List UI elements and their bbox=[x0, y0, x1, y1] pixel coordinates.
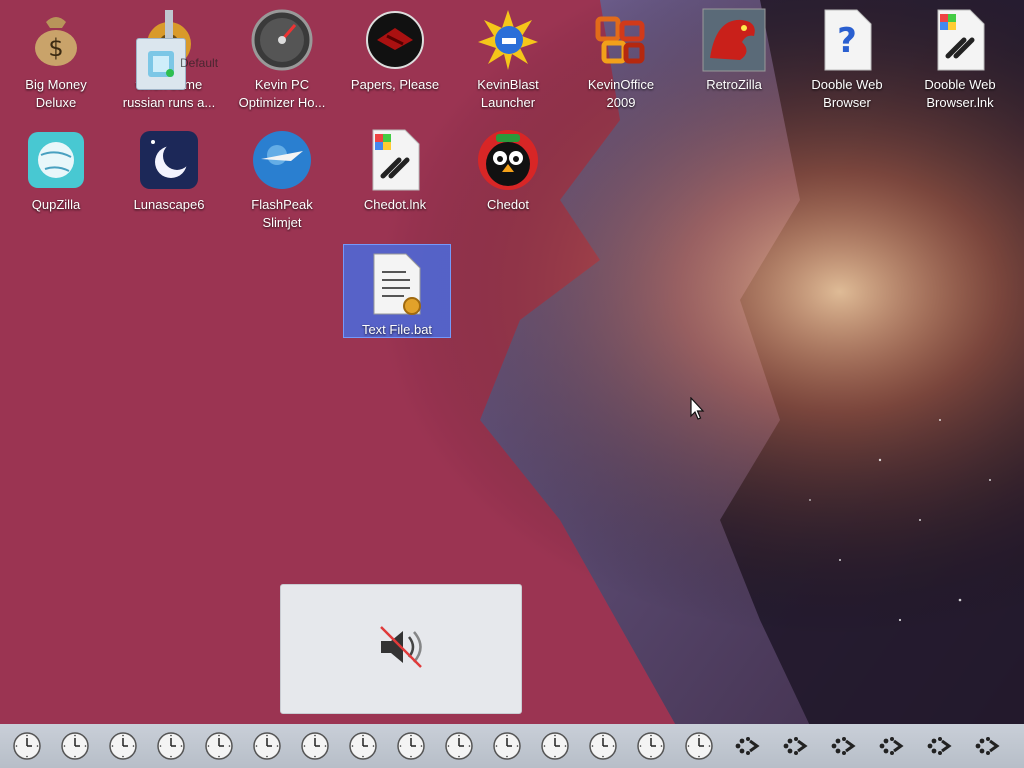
desktop-icon-label: RetroZilla bbox=[706, 77, 762, 92]
desktop-icon-kevinoffice-2009[interactable]: KevinOffice 2009 bbox=[565, 0, 677, 112]
clock-icon[interactable] bbox=[488, 727, 526, 765]
clock-icon[interactable] bbox=[56, 727, 94, 765]
desktop-icon-label: Dooble Web Browser bbox=[811, 77, 883, 110]
clock-icon[interactable] bbox=[680, 727, 718, 765]
taskbar bbox=[0, 724, 1024, 768]
desktop-icon-qupzilla[interactable]: QupZilla bbox=[0, 120, 112, 214]
desktop-icon-label: QupZilla bbox=[31, 197, 81, 212]
desktop-icon-flashpeak-slimjet[interactable]: FlashPeak Slimjet bbox=[226, 120, 338, 232]
desktop-icon-kevinblast-launcher[interactable]: KevinBlast Launcher bbox=[452, 0, 564, 112]
desktop-icon-lunascape6[interactable]: Lunascape6 bbox=[113, 120, 225, 214]
svg-text:?: ? bbox=[837, 21, 857, 61]
busy-dots-icon[interactable] bbox=[920, 727, 958, 765]
clock-icon[interactable] bbox=[536, 727, 574, 765]
desktop-icon-dooble-web-browser-lnk[interactable]: Dooble Web Browser.lnk bbox=[904, 0, 1016, 112]
desktop-icon-label: KevinBlast Launcher bbox=[477, 77, 539, 110]
clock-icon[interactable] bbox=[152, 727, 190, 765]
desktop-icon-label: Kevin PC Optimizer Ho... bbox=[238, 77, 326, 110]
clock-icon[interactable] bbox=[200, 727, 238, 765]
clock-icon[interactable] bbox=[632, 727, 670, 765]
clock-icon[interactable] bbox=[392, 727, 430, 765]
sun-globe-icon bbox=[476, 8, 540, 72]
desktop-icon-text-file-bat[interactable]: Text File.bat bbox=[343, 244, 451, 338]
busy-dots-icon[interactable] bbox=[872, 727, 910, 765]
desktop-icon-papers-please[interactable]: Papers, Please bbox=[339, 0, 451, 94]
svg-text:$: $ bbox=[48, 34, 63, 62]
globe-icon bbox=[24, 128, 88, 192]
desktop-icon-label: FlashPeak Slimjet bbox=[251, 197, 313, 230]
batch-file-icon bbox=[365, 253, 429, 317]
desktop-icon-big-money-deluxe[interactable]: $ Big Money Deluxe bbox=[0, 0, 112, 112]
office-logo-icon bbox=[589, 8, 653, 72]
shortcut-document-icon bbox=[928, 8, 992, 72]
gauge-icon bbox=[250, 8, 314, 72]
mouse-cursor bbox=[690, 397, 705, 420]
clock-icon[interactable] bbox=[440, 727, 478, 765]
desktop-icon-retrozilla[interactable]: RetroZilla bbox=[678, 0, 790, 94]
drag-ghost-icon bbox=[136, 38, 186, 90]
busy-dots-icon[interactable] bbox=[824, 727, 862, 765]
money-bag-icon: $ bbox=[24, 8, 88, 72]
bird-icon bbox=[476, 128, 540, 192]
clock-icon[interactable] bbox=[104, 727, 142, 765]
desktop-icon-label: Dooble Web Browser.lnk bbox=[924, 77, 996, 110]
desktop-icon-chedot[interactable]: Chedot bbox=[452, 120, 564, 214]
desktop-icon-label: Text File.bat bbox=[361, 322, 433, 337]
jet-globe-icon bbox=[250, 128, 314, 192]
clock-icon[interactable] bbox=[296, 727, 334, 765]
clock-icon[interactable] bbox=[584, 727, 622, 765]
desktop-icon-label: Lunascape6 bbox=[133, 197, 205, 212]
clock-icon[interactable] bbox=[8, 727, 46, 765]
question-document-icon: ? bbox=[815, 8, 879, 72]
busy-dots-icon[interactable] bbox=[776, 727, 814, 765]
clock-icon[interactable] bbox=[344, 727, 382, 765]
desktop-icon-kevin-pc-optimizer-ho[interactable]: Kevin PC Optimizer Ho... bbox=[226, 0, 338, 112]
dragon-icon bbox=[702, 8, 766, 72]
eagle-emblem-icon bbox=[363, 8, 427, 72]
desktop-icon-chedot-lnk[interactable]: Chedot.lnk bbox=[339, 120, 451, 214]
volume-osd bbox=[280, 584, 522, 714]
desktop-icon-dooble-web-browser[interactable]: ? Dooble Web Browser bbox=[791, 0, 903, 112]
busy-dots-icon[interactable] bbox=[728, 727, 766, 765]
drag-ghost-label: Default bbox=[180, 56, 219, 70]
desktop-icon-label: Big Money Deluxe bbox=[25, 77, 87, 110]
moon-icon bbox=[137, 128, 201, 192]
desktop-icon-label: Chedot bbox=[487, 197, 529, 212]
desktop-icon-label: Chedot.lnk bbox=[363, 197, 427, 212]
clock-icon[interactable] bbox=[248, 727, 286, 765]
shortcut-document-icon bbox=[363, 128, 427, 192]
busy-dots-icon[interactable] bbox=[968, 727, 1006, 765]
desktop-icon-label: Papers, Please bbox=[350, 77, 440, 92]
speaker-muted-icon bbox=[373, 619, 429, 680]
desktop-icon-label: KevinOffice 2009 bbox=[587, 77, 655, 110]
